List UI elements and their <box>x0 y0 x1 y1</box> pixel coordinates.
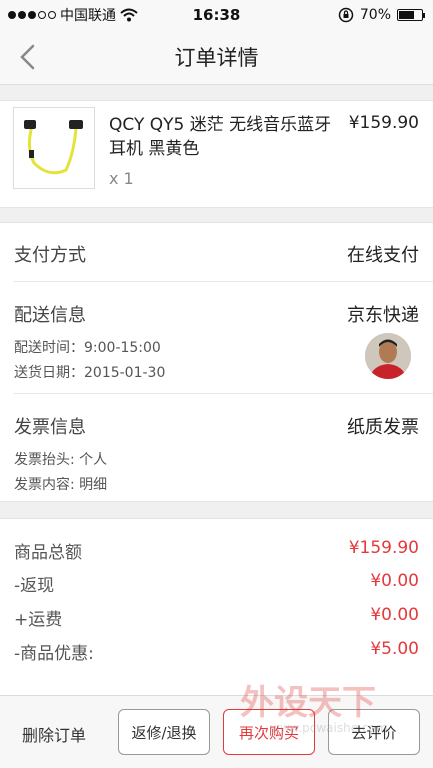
price-summary: 商品总额 ¥159.90 -返现 ¥0.00 +运费 ¥0.00 -商品优惠: … <box>0 518 433 696</box>
status-bar: 中国联通 16:38 70% <box>0 0 433 30</box>
buy-again-button[interactable]: 再次购买 <box>223 709 315 755</box>
discount-label: -商品优惠: <box>14 644 94 664</box>
wifi-icon <box>120 8 138 22</box>
invoice-value: 纸质发票 <box>347 417 419 438</box>
total-value: ¥159.90 <box>348 538 419 558</box>
product-item[interactable]: QCY QY5 迷茫 无线音乐蓝牙耳机 黑黄色 x 1 ¥159.90 <box>0 100 433 208</box>
review-button[interactable]: 去评价 <box>328 709 420 755</box>
payment-row: 支付方式 在线支付 <box>0 223 433 281</box>
product-quantity: x 1 <box>109 169 134 188</box>
delivery-value: 京东快递 <box>347 305 419 326</box>
cashback-value: ¥0.00 <box>370 571 419 591</box>
carrier-name: 中国联通 <box>60 8 116 24</box>
shipping-value: ¥0.00 <box>370 605 419 625</box>
total-label: 商品总额 <box>14 543 82 563</box>
delete-order-button[interactable]: 删除订单 <box>22 722 86 746</box>
delivery-row: 配送信息 京东快递 配送时间：9:00-15:00 送货日期：2015-01-3… <box>0 281 433 393</box>
battery-icon <box>397 9 425 21</box>
return-exchange-button[interactable]: 返修/退换 <box>118 709 210 755</box>
invoice-row: 发票信息 纸质发票 发票抬头: 个人 发票内容: 明细 <box>0 393 433 503</box>
orientation-lock-icon <box>338 7 354 23</box>
chevron-left-icon <box>20 44 35 70</box>
earphone-image <box>24 120 83 175</box>
invoice-content: 发票内容: 明细 <box>14 477 108 493</box>
status-left: 中国联通 <box>8 5 138 25</box>
navigation-bar: 订单详情 <box>0 30 433 85</box>
status-right: 70% <box>338 7 425 23</box>
product-image[interactable] <box>13 107 95 189</box>
delivery-label: 配送信息 <box>14 305 86 326</box>
discount-value: ¥5.00 <box>370 639 419 659</box>
signal-strength-icon <box>8 11 56 19</box>
delivery-date: 送货日期：2015-01-30 <box>14 365 166 381</box>
shipping-label: +运费 <box>14 610 63 630</box>
page-title: 订单详情 <box>174 46 259 70</box>
order-info: 支付方式 在线支付 配送信息 京东快递 配送时间：9:00-15:00 送货日期… <box>0 222 433 502</box>
invoice-title: 发票抬头: 个人 <box>14 452 108 468</box>
cashback-label: -返现 <box>14 576 55 596</box>
battery-percent: 70% <box>359 7 391 23</box>
courier-avatar[interactable] <box>365 333 411 379</box>
back-button[interactable] <box>14 42 44 72</box>
delivery-time: 配送时间：9:00-15:00 <box>14 340 161 356</box>
invoice-label: 发票信息 <box>14 417 86 438</box>
action-bar: 删除订单 返修/退换 再次购买 去评价 <box>0 695 433 768</box>
product-price: ¥159.90 <box>348 113 419 133</box>
battery-fill <box>399 11 415 19</box>
payment-value: 在线支付 <box>347 245 419 266</box>
product-name[interactable]: QCY QY5 迷茫 无线音乐蓝牙耳机 黑黄色 <box>109 113 339 161</box>
payment-label: 支付方式 <box>14 245 86 266</box>
